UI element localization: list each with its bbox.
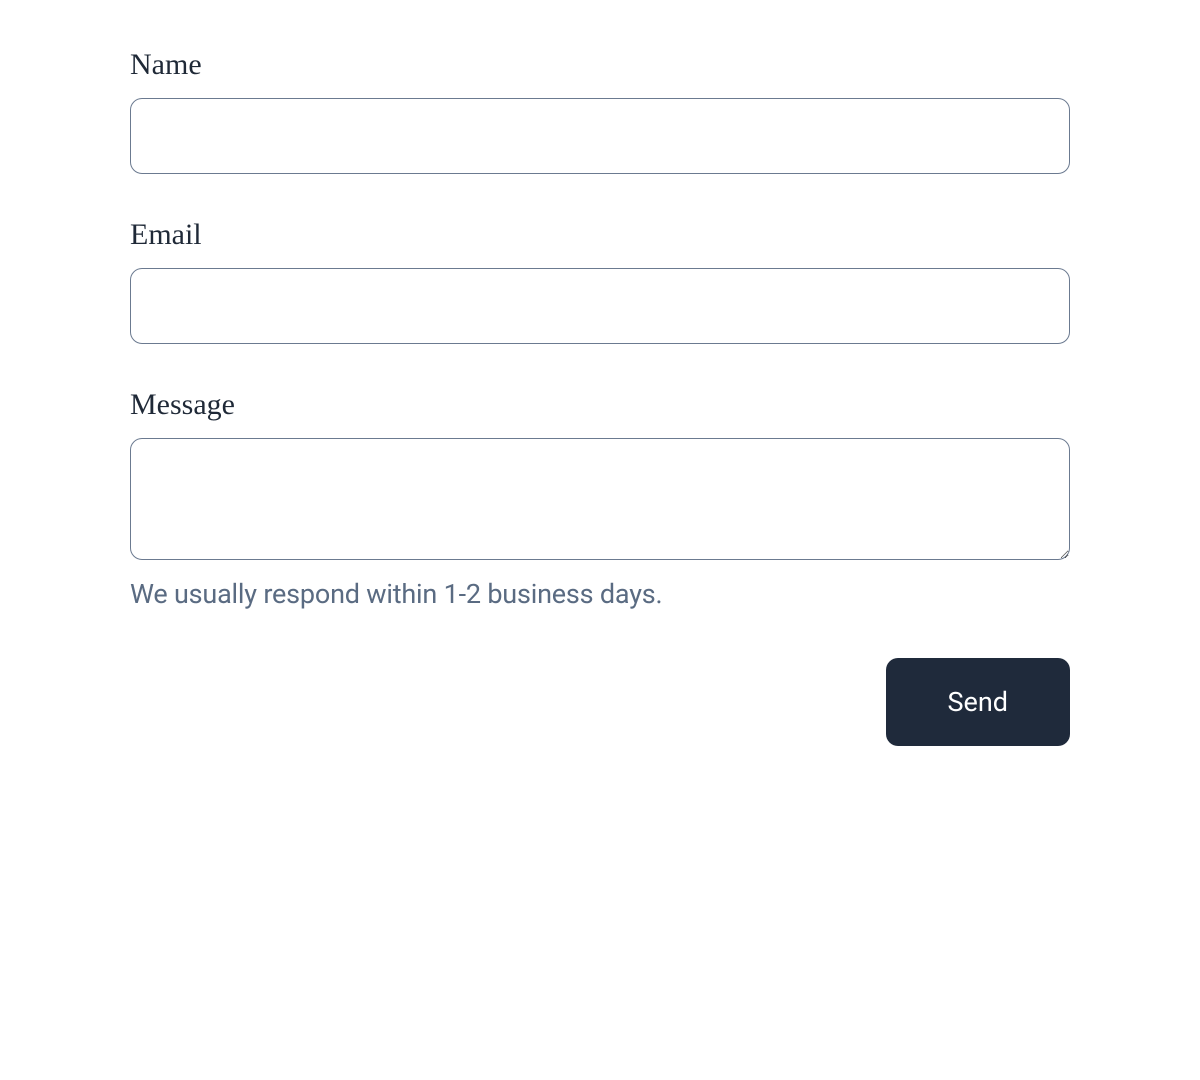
button-row: Send [130,658,1070,746]
message-textarea[interactable] [130,438,1070,560]
email-label: Email [130,218,1070,252]
name-input[interactable] [130,98,1070,174]
email-input[interactable] [130,268,1070,344]
contact-form: Name Email Message We usually respond wi… [130,48,1070,746]
send-button[interactable]: Send [886,658,1071,746]
name-label: Name [130,48,1070,82]
email-field-group: Email [130,218,1070,344]
help-text: We usually respond within 1-2 business d… [130,578,1070,610]
message-label: Message [130,388,1070,422]
message-field-group: Message [130,388,1070,564]
name-field-group: Name [130,48,1070,174]
